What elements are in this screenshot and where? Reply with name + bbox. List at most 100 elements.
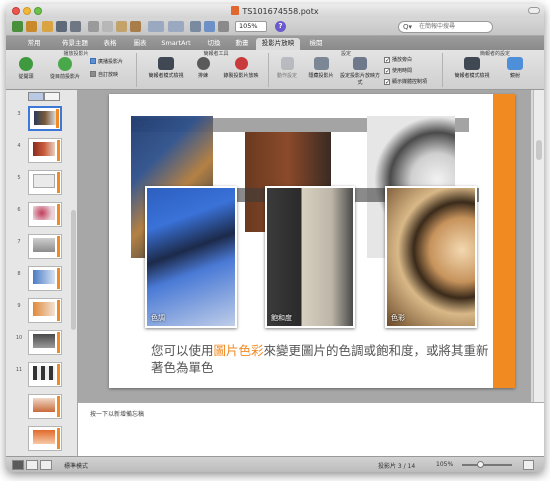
from-current-slide-button[interactable]: 從目前投影片 <box>46 57 84 80</box>
slide-number: 5 <box>17 175 21 181</box>
use-timings-checkbox[interactable]: ✓ 使用時間 <box>384 67 412 75</box>
thumbnail-accent <box>57 268 60 289</box>
presenter-view-button[interactable]: 簡報者模式檢視 <box>144 57 188 79</box>
mirror-button[interactable]: 鏡射 <box>500 57 530 79</box>
status-bar: 標準模式 投影片 3 / 14 105% <box>6 456 544 472</box>
open-folder-icon[interactable] <box>42 21 53 32</box>
toolbar-toggle-button[interactable] <box>528 7 540 14</box>
slide-number: 4 <box>17 143 21 149</box>
thumbnail-accent <box>57 332 60 353</box>
from-start-button[interactable]: 從開頭 <box>12 57 40 80</box>
thumbnail-image <box>33 366 55 380</box>
slide-number: 8 <box>17 271 21 277</box>
slide-scrollbar[interactable] <box>533 90 544 402</box>
current-slide[interactable]: 之前 之後 色調 飽和度 色彩 您可以使用圖片色彩來變更圖片的色調或飽和度，或將… <box>109 94 515 388</box>
ribbon-slide-show: 播放投影片 從開頭 從目前投影片 廣播投影片 自訂放映 簡報者工具 簡報者模式檢… <box>6 50 544 90</box>
paste-icon[interactable] <box>116 21 127 32</box>
tab-home[interactable]: 常用 <box>20 38 48 50</box>
copy-icon[interactable] <box>102 21 113 32</box>
tab-animations[interactable]: 動畫 <box>230 38 254 50</box>
slide-thumbnail[interactable] <box>28 234 62 259</box>
slides-pane-scrollbar[interactable] <box>71 210 76 330</box>
zoom-slider-track[interactable] <box>462 464 512 466</box>
after-photo-saturation: 飽和度 <box>265 186 355 328</box>
template-gallery-icon[interactable] <box>26 21 37 32</box>
insert-table-icon[interactable] <box>190 21 201 32</box>
custom-show-button[interactable]: 自訂放映 <box>90 71 118 78</box>
slide-thumbnail[interactable] <box>28 170 62 195</box>
help-button[interactable]: ? <box>275 21 286 32</box>
slide-show-view-button[interactable] <box>40 460 52 470</box>
outline-view-tab[interactable] <box>44 92 60 101</box>
tab-slide-show[interactable]: 投影片放映 <box>256 38 300 50</box>
tab-tables[interactable]: 表格 <box>98 38 122 50</box>
slide-thumbnail[interactable] <box>28 394 62 419</box>
slide-body-text: 您可以使用圖片色彩來變更圖片的色調或飽和度，或將其重新著色為單色 <box>151 343 489 375</box>
play-icon <box>58 57 72 71</box>
show-media-controls-checkbox[interactable]: ✓ 顯示媒體控制項 <box>384 78 427 86</box>
after-photo-hue: 色調 <box>145 186 237 328</box>
action-settings-icon <box>280 57 294 70</box>
tab-smartart[interactable]: SmartArt <box>156 38 196 50</box>
thumbnail-accent <box>57 364 60 385</box>
undo-icon[interactable] <box>148 21 164 32</box>
broadcast-slide-button[interactable]: 廣播投影片 <box>90 58 123 65</box>
new-presentation-icon[interactable] <box>12 21 23 32</box>
thumbnail-image <box>33 174 55 188</box>
media-browser-icon[interactable] <box>204 21 215 32</box>
zoom-select[interactable]: 105% <box>235 21 267 32</box>
rehearse-button[interactable]: 排練 <box>190 57 216 79</box>
ribbon-tabs: 常用 佈景主題 表格 圖表 SmartArt 切換 動畫 投影片放映 檢閱 <box>6 36 544 50</box>
slide-thumbnail[interactable] <box>28 106 62 131</box>
slide-thumbnail[interactable] <box>28 362 62 387</box>
record-icon <box>234 57 248 70</box>
thumbnail-image <box>33 270 55 284</box>
zoom-slider-knob[interactable] <box>477 461 484 468</box>
hide-slide-button[interactable]: 隱藏投影片 <box>304 57 338 79</box>
title-bar: TS101674558.potx <box>6 4 544 18</box>
action-settings-button[interactable]: 動作設定 <box>272 57 302 79</box>
slides-view-tab[interactable] <box>28 92 44 101</box>
slide-thumbnail[interactable] <box>28 138 62 163</box>
print-icon[interactable] <box>70 21 81 32</box>
tab-transitions[interactable]: 切換 <box>202 38 226 50</box>
slide-thumbnail[interactable] <box>28 426 62 451</box>
cut-icon[interactable] <box>88 21 99 32</box>
slide-thumbnail[interactable] <box>28 202 62 227</box>
thumbnail-image <box>33 142 55 156</box>
slide-number: 3 <box>17 111 21 117</box>
group-title-presenter-settings: 簡報者的設定 <box>479 51 510 57</box>
notes-pane[interactable]: 按一下以新增備忘稿 <box>78 402 544 456</box>
slide-thumbnail[interactable] <box>28 330 62 355</box>
record-slide-show-button[interactable]: 錄製投影片放映 <box>218 57 264 79</box>
mirror-displays-icon <box>507 57 523 70</box>
slide-sorter-view-button[interactable] <box>26 460 38 470</box>
redo-icon[interactable] <box>168 21 184 32</box>
slide-number: 11 <box>15 367 23 373</box>
slide-thumbnail[interactable] <box>28 298 62 323</box>
setup-show-button[interactable]: 設定投影片放映方式 <box>340 57 380 86</box>
view-mode-label: 標準模式 <box>64 463 89 470</box>
search-input[interactable]: Q▾ 在簡報中搜尋 <box>398 21 493 33</box>
tab-review[interactable]: 檢閱 <box>304 38 328 50</box>
thumbnail-accent <box>57 236 60 257</box>
show-formatting-icon[interactable] <box>218 21 229 32</box>
thumbnail-accent <box>57 204 60 225</box>
checkmark-icon: ✓ <box>384 57 391 64</box>
play-narration-checkbox[interactable]: ✓ 播放旁白 <box>384 56 412 64</box>
normal-view-button[interactable] <box>12 460 24 470</box>
tab-charts[interactable]: 圖表 <box>128 38 152 50</box>
format-painter-icon[interactable] <box>130 21 141 32</box>
presenter-view-button-2[interactable]: 簡報者模式檢視 <box>448 57 496 79</box>
slide-editor: 之前 之後 色調 飽和度 色彩 您可以使用圖片色彩來變更圖片的色調或飽和度，或將… <box>78 90 531 402</box>
slide-thumbnail[interactable] <box>28 266 62 291</box>
app-window: TS101674558.potx 105% ? Q▾ 在簡報中搜尋 常用 佈景主… <box>6 4 544 472</box>
fit-to-window-button[interactable] <box>523 460 534 470</box>
photo-caption: 色調 <box>151 314 165 322</box>
tab-themes[interactable]: 佈景主題 <box>56 38 94 50</box>
thumbnail-accent <box>57 428 60 449</box>
slide-indicator: 投影片 3 / 14 <box>378 463 416 470</box>
scrollbar-thumb[interactable] <box>536 140 542 160</box>
thumbnail-image <box>33 430 55 444</box>
save-icon[interactable] <box>56 21 67 32</box>
